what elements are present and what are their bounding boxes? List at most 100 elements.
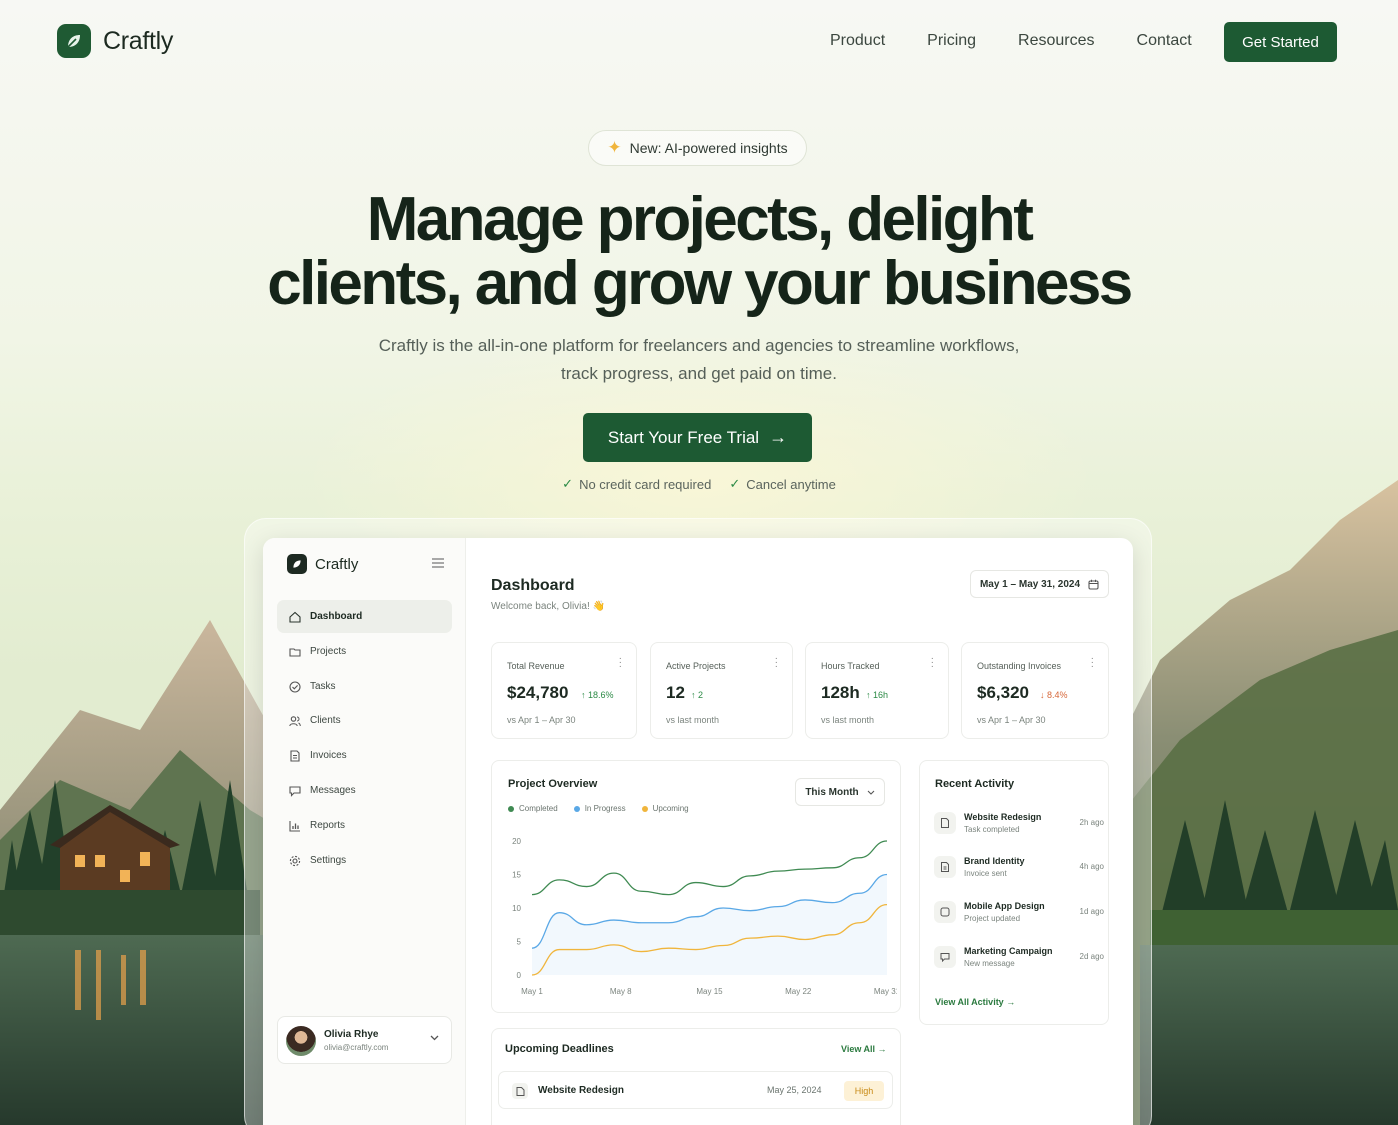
kpi-change: ↓ 8.4% <box>1040 690 1068 700</box>
leaf-icon <box>57 24 91 58</box>
sidebar-label: Dashboard <box>310 611 363 622</box>
nav-link-pricing[interactable]: Pricing <box>927 32 976 50</box>
upcoming-deadlines-panel: Upcoming Deadlines View All → Website Re… <box>491 1028 901 1125</box>
legend-item: Upcoming <box>641 804 689 813</box>
kpi-card-total-revenue[interactable]: Total Revenue · · · $24,780 ↑ 18.6% vs Apr… <box>491 642 637 739</box>
panel-title: Upcoming Deadlines <box>505 1043 614 1055</box>
deadline-row[interactable]: Website Redesign May 25, 2024 High <box>498 1071 893 1109</box>
sidebar-item-tasks[interactable]: Tasks <box>277 670 452 703</box>
y-tick-label: 0 <box>517 971 522 980</box>
nav-link-contact[interactable]: Contact <box>1137 32 1192 50</box>
chevron-down-icon <box>867 790 875 795</box>
more-options-icon[interactable]: · · · <box>775 654 778 672</box>
sidebar-item-invoices[interactable]: Invoices <box>277 739 452 772</box>
kpi-label: Active Projects <box>666 661 726 671</box>
app-brand[interactable]: Craftly <box>287 554 358 574</box>
announcement-badge[interactable]: ✦ New: AI-powered insights <box>588 130 807 166</box>
sidebar-label: Tasks <box>310 681 336 692</box>
arrow-up-icon: ↑ <box>866 690 871 700</box>
brand-logo[interactable]: Craftly <box>57 24 173 58</box>
arrow-down-icon: ↓ <box>1040 690 1045 700</box>
hero-headline: Manage projects, delight clients, and gr… <box>0 188 1398 316</box>
user-name: Olivia Rhye <box>324 1029 379 1040</box>
more-options-icon[interactable]: · · · <box>1091 654 1094 672</box>
headline-line-2: clients, and grow your business <box>267 249 1133 318</box>
user-profile-card[interactable]: Olivia Rhye olivia@craftly.com <box>277 1016 452 1064</box>
series-line-completed <box>531 840 888 896</box>
sidebar-item-reports[interactable]: Reports <box>277 809 452 842</box>
nav-link-resources[interactable]: Resources <box>1018 32 1094 50</box>
kpi-change-value: 18.6% <box>588 690 614 700</box>
bar-chart-icon <box>289 820 300 832</box>
date-range-picker[interactable]: May 1 – May 31, 2024 <box>970 570 1109 598</box>
menu-icon[interactable] <box>432 558 444 568</box>
view-all-activity-link[interactable]: View All Activity → <box>935 997 1015 1007</box>
date-range-label: May 1 – May 31, 2024 <box>979 578 1081 590</box>
legend-item: In Progress <box>573 804 626 813</box>
chart-legend: Completed In Progress Upcoming <box>508 804 689 813</box>
app-brand-name: Craftly <box>315 555 359 573</box>
period-select[interactable]: This Month <box>795 778 885 806</box>
start-free-trial-button[interactable]: Start Your Free Trial → <box>583 413 812 462</box>
x-tick-label: May 15 <box>696 987 723 996</box>
sidebar-item-projects[interactable]: Projects <box>277 635 452 668</box>
x-tick-label: May 1 <box>521 987 543 996</box>
activity-item[interactable]: Mobile App Design Project updated 1d ago <box>934 897 1104 931</box>
brand-name: Craftly <box>103 26 174 55</box>
home-icon <box>289 611 301 623</box>
activity-item[interactable]: Website Redesign Task completed 2h ago <box>934 808 1104 842</box>
kpi-change-value: 8.4% <box>1047 690 1068 700</box>
activity-subtitle: Task completed <box>964 825 1020 834</box>
subtitle-line-2: track progress, and get paid on time. <box>561 364 837 383</box>
kpi-comparison: vs Apr 1 – Apr 30 <box>507 715 576 725</box>
activity-title: Brand Identity <box>964 856 1025 866</box>
legend-swatch <box>573 805 580 812</box>
kpi-value: 128h <box>821 683 860 702</box>
more-options-icon[interactable]: · · · <box>931 654 934 672</box>
legend-label: Upcoming <box>652 804 689 813</box>
y-tick-label: 15 <box>512 871 521 880</box>
nav-link-product[interactable]: Product <box>830 32 885 50</box>
more-options-icon[interactable]: · · · <box>619 654 622 672</box>
activity-time: 1d ago <box>1079 907 1104 916</box>
arrow-right-icon: → <box>769 427 788 447</box>
cta-label: Start Your Free Trial <box>607 427 760 447</box>
check-icon: ✓ <box>562 476 574 491</box>
legend-label: Completed <box>519 804 558 813</box>
sidebar-item-clients[interactable]: Clients <box>277 704 452 737</box>
leaf-icon <box>287 554 307 574</box>
sidebar-label: Projects <box>310 646 347 657</box>
kpi-card-outstanding-invoices[interactable]: Outstanding Invoices · · · $6,320 ↓ 8.4% v… <box>961 642 1109 739</box>
check-circle-icon <box>289 680 301 693</box>
kpi-card-hours-tracked[interactable]: Hours Tracked · · · 128h ↑ 16h vs last mon… <box>805 642 949 739</box>
sidebar-item-dashboard[interactable]: Dashboard <box>277 600 452 633</box>
check-icon: ✓ <box>729 476 741 491</box>
legend-item: Completed <box>508 804 558 813</box>
sidebar-item-messages[interactable]: Messages <box>277 774 452 807</box>
kpi-label: Hours Tracked <box>821 661 880 671</box>
kpi-change-value: 2 <box>698 690 704 700</box>
headline-line-1: Manage projects, delight <box>366 185 1034 254</box>
users-icon <box>289 715 301 726</box>
deadline-name: Website Redesign <box>538 1085 624 1096</box>
activity-subtitle: New message <box>964 959 1015 968</box>
activity-item[interactable]: Marketing Campaign New message 2d ago <box>934 942 1104 976</box>
sidebar-item-settings[interactable]: Settings <box>277 844 452 877</box>
activity-subtitle: Project updated <box>964 914 1021 923</box>
sidebar-label: Reports <box>310 820 346 831</box>
app-sidebar: Craftly Dashboard Projects Tasks Clients… <box>263 538 466 1125</box>
priority-badge: High <box>844 1081 884 1101</box>
kpi-card-active-projects[interactable]: Active Projects · · · 12 ↑ 2 vs last month <box>650 642 793 739</box>
activity-item[interactable]: Brand Identity Invoice sent 4h ago <box>934 852 1104 886</box>
kpi-comparison: vs last month <box>666 715 720 725</box>
activity-title: Marketing Campaign <box>964 946 1053 956</box>
document-icon <box>512 1083 528 1099</box>
y-tick-label: 10 <box>512 904 521 913</box>
kpi-change: ↑ 18.6% <box>581 690 614 700</box>
folder-icon <box>289 647 301 657</box>
get-started-button[interactable]: Get Started <box>1224 22 1337 62</box>
activity-title: Mobile App Design <box>964 901 1045 911</box>
view-all-deadlines-link[interactable]: View All → <box>841 1044 887 1054</box>
document-icon <box>934 812 956 834</box>
user-email: olivia@craftly.com <box>324 1043 389 1052</box>
